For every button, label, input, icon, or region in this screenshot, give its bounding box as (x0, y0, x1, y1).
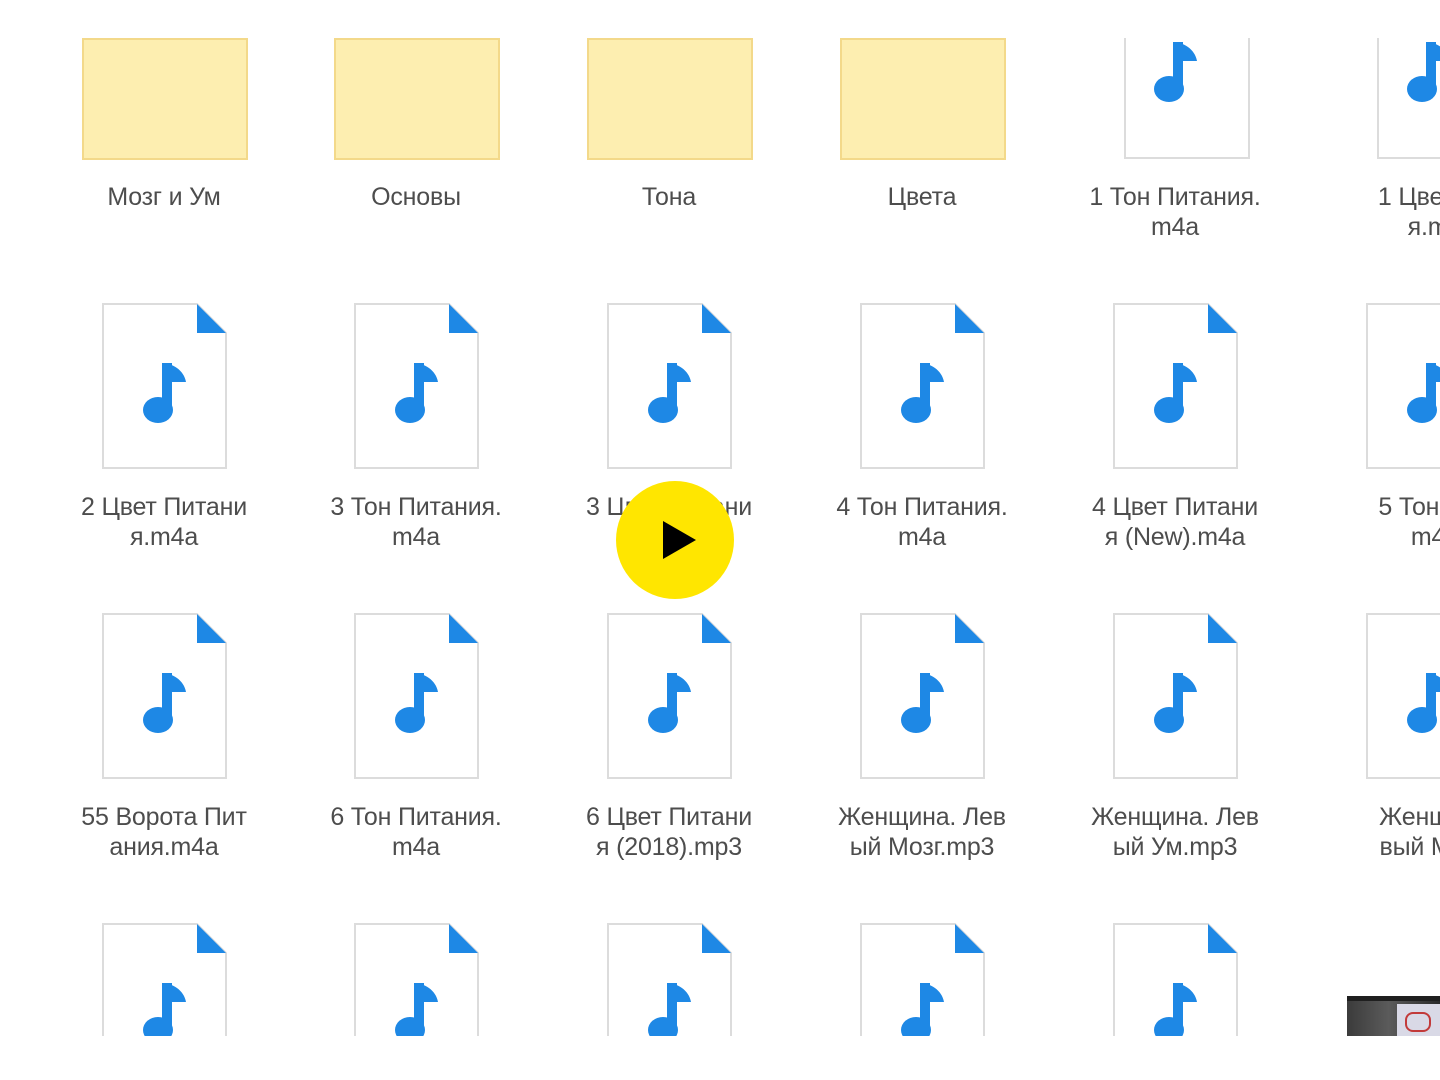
folder-item[interactable]: Мозг и Ум (44, 0, 284, 260)
play-icon (663, 521, 696, 559)
audio-file-icon (354, 923, 479, 1036)
file-name: Тона (641, 183, 697, 211)
folder-item[interactable]: Основы (296, 0, 536, 260)
file-name: 1 Тон Питания. m4a (1089, 183, 1261, 241)
file-item[interactable]: 6 Цвет Питани я (2018).mp3 (549, 610, 789, 870)
file-name: 4 Цвет Питани я (New).m4a (1092, 493, 1258, 551)
item-thumbnail (296, 0, 536, 175)
item-thumbnail (1055, 920, 1295, 1036)
audio-file-icon (1366, 613, 1440, 779)
file-name: Женщина. Лев ый Ум.mp3 (1091, 803, 1259, 861)
item-thumbnail (44, 300, 284, 475)
file-item[interactable] (549, 920, 789, 1036)
audio-file-icon (1366, 303, 1440, 469)
file-name: Женщин вый Моз (1379, 803, 1440, 861)
video-thumbnail[interactable] (1347, 996, 1440, 1036)
item-thumbnail (1308, 0, 1440, 175)
file-name: Женщина. Лев ый Мозг.mp3 (838, 803, 1006, 861)
audio-file-icon (607, 303, 732, 469)
file-name: 55 Ворота Пит ания.m4a (81, 803, 247, 861)
audio-file-icon (607, 613, 732, 779)
file-item[interactable] (802, 920, 1042, 1036)
folder-icon (334, 38, 500, 160)
file-item[interactable]: 1 Цвет П я.m (1308, 0, 1440, 260)
audio-file-icon (102, 303, 227, 469)
file-item[interactable]: 5 Тон Пи m4 (1308, 300, 1440, 560)
folder-icon (587, 38, 753, 160)
file-item[interactable]: Женщина. Лев ый Мозг.mp3 (802, 610, 1042, 870)
audio-file-icon (860, 923, 985, 1036)
item-thumbnail (802, 0, 1042, 175)
file-name: Цвета (887, 183, 957, 211)
play-button[interactable] (616, 481, 734, 599)
audio-file-icon (102, 923, 227, 1036)
item-thumbnail (802, 610, 1042, 785)
file-item[interactable]: 4 Цвет Питани я (New).m4a (1055, 300, 1295, 560)
folder-icon (82, 38, 248, 160)
item-thumbnail (296, 920, 536, 1036)
item-thumbnail (44, 920, 284, 1036)
item-thumbnail (549, 610, 789, 785)
file-item[interactable]: 3 Тон Питания. m4a (296, 300, 536, 560)
file-name: Мозг и Ум (107, 183, 221, 211)
file-item[interactable]: 2 Цвет Питани я.m4a (44, 300, 284, 560)
file-item[interactable]: 6 Тон Питания. m4a (296, 610, 536, 870)
audio-file-icon (354, 613, 479, 779)
file-name: 4 Тон Питания. m4a (836, 493, 1008, 551)
audio-file-icon (860, 303, 985, 469)
item-thumbnail (1055, 610, 1295, 785)
file-name: 3 Тон Питания. m4a (330, 493, 502, 551)
audio-file-icon (102, 613, 227, 779)
file-item[interactable] (1055, 920, 1295, 1036)
file-item[interactable] (44, 920, 284, 1036)
item-thumbnail (296, 300, 536, 475)
audio-file-icon (1113, 613, 1238, 779)
item-thumbnail (1055, 300, 1295, 475)
file-name: 5 Тон Пи m4 (1378, 493, 1440, 551)
file-item[interactable]: 55 Ворота Пит ания.m4a (44, 610, 284, 870)
item-thumbnail (802, 920, 1042, 1036)
file-item[interactable] (296, 920, 536, 1036)
audio-file-icon (1113, 303, 1238, 469)
file-item[interactable]: Женщина. Лев ый Ум.mp3 (1055, 610, 1295, 870)
item-thumbnail (549, 920, 789, 1036)
item-thumbnail (1308, 300, 1440, 475)
audio-file-icon (354, 303, 479, 469)
item-thumbnail (44, 0, 284, 175)
item-thumbnail (44, 610, 284, 785)
folder-item[interactable]: Тона (549, 0, 789, 260)
item-thumbnail (549, 0, 789, 175)
file-name: 1 Цвет П я.m (1377, 183, 1440, 241)
item-thumbnail (802, 300, 1042, 475)
file-item[interactable]: 1 Тон Питания. m4a (1055, 0, 1295, 260)
folder-icon (840, 38, 1006, 160)
file-item[interactable]: Женщин вый Моз (1308, 610, 1440, 870)
audio-file-icon (1113, 923, 1238, 1036)
item-thumbnail (549, 300, 789, 475)
file-name: 6 Цвет Питани я (2018).mp3 (586, 803, 752, 861)
audio-file-icon (607, 923, 732, 1036)
audio-file-icon (860, 613, 985, 779)
audio-file-icon (1377, 38, 1440, 159)
item-thumbnail (1308, 610, 1440, 785)
file-item[interactable]: 4 Тон Питания. m4a (802, 300, 1042, 560)
video-thumbnail-logo (1405, 1012, 1431, 1032)
item-thumbnail (1055, 0, 1295, 175)
file-name: Основы (371, 183, 461, 211)
file-name: 2 Цвет Питани я.m4a (81, 493, 247, 551)
audio-file-icon (1124, 38, 1250, 159)
folder-item[interactable]: Цвета (802, 0, 1042, 260)
video-thumbnail-bar (1347, 996, 1440, 1001)
file-name: 6 Тон Питания. m4a (330, 803, 502, 861)
item-thumbnail (296, 610, 536, 785)
